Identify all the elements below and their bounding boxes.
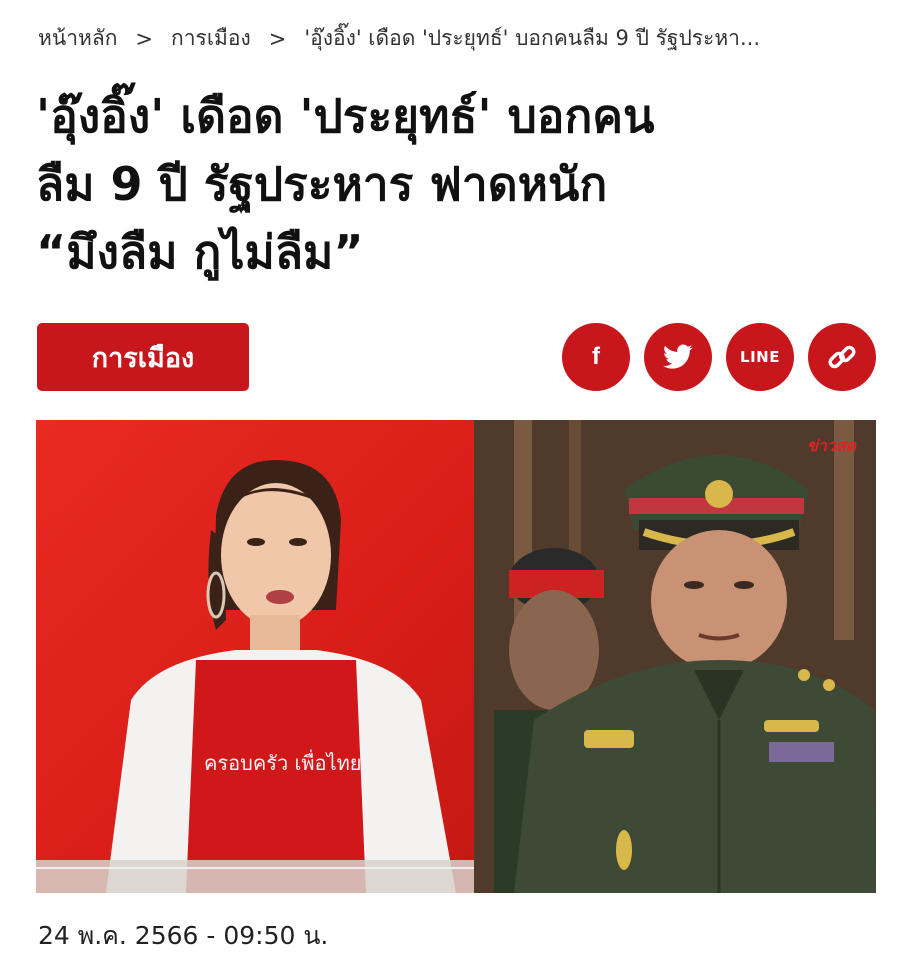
twitter-icon: [663, 344, 693, 369]
general-illustration: [474, 420, 876, 893]
line-share-button[interactable]: LINE: [726, 323, 794, 391]
share-buttons: f LINE: [562, 323, 876, 391]
twitter-share-button[interactable]: [644, 323, 712, 391]
copy-link-button[interactable]: [808, 323, 876, 391]
breadcrumb-home[interactable]: หน้าหลัก: [38, 22, 117, 55]
article-timestamp: 24 พ.ค. 2566 - 09:50 น.: [38, 921, 329, 950]
breadcrumb-separator: >: [268, 26, 287, 51]
facebook-icon: f: [592, 343, 600, 370]
facebook-share-button[interactable]: f: [562, 323, 630, 391]
photo-right-general: ข่าวสด: [474, 420, 876, 893]
shirt-text: ครอบครัว เพื่อไทย: [204, 749, 362, 775]
breadcrumb: หน้าหลัก > การเมือง > 'อุ๊งอิ๊ง' เดือด '…: [38, 22, 888, 55]
headline-line-1: 'อุ๊งอิ๊ง' เดือด 'ประยุทธ์' บอกคน: [36, 89, 655, 143]
speaker-illustration: ครอบครัว เพื่อไทย: [36, 460, 486, 893]
photo-watermark: ข่าวสด: [806, 436, 856, 455]
article-headline: 'อุ๊งอิ๊ง' เดือด 'ประยุทธ์' บอกคน ลืม 9 …: [36, 82, 886, 286]
photo-left-speaker: ครอบครัว เพื่อไทย: [36, 420, 486, 893]
breadcrumb-category[interactable]: การเมือง: [171, 22, 251, 55]
article-photo: ครอบครัว เพื่อไทย ข่าวสด: [36, 420, 876, 893]
link-icon: [828, 345, 856, 369]
breadcrumb-separator: >: [135, 26, 154, 51]
headline-line-3: “มึงลืม กูไม่ลืม”: [36, 225, 364, 279]
category-badge[interactable]: การเมือง: [37, 323, 249, 391]
headline-line-2: ลืม 9 ปี รัฐประหาร ฟาดหนัก: [36, 157, 608, 211]
breadcrumb-current: 'อุ๊งอิ๊ง' เดือด 'ประยุทธ์' บอกคนลืม 9 ป…: [304, 26, 761, 50]
line-icon: LINE: [740, 348, 780, 366]
